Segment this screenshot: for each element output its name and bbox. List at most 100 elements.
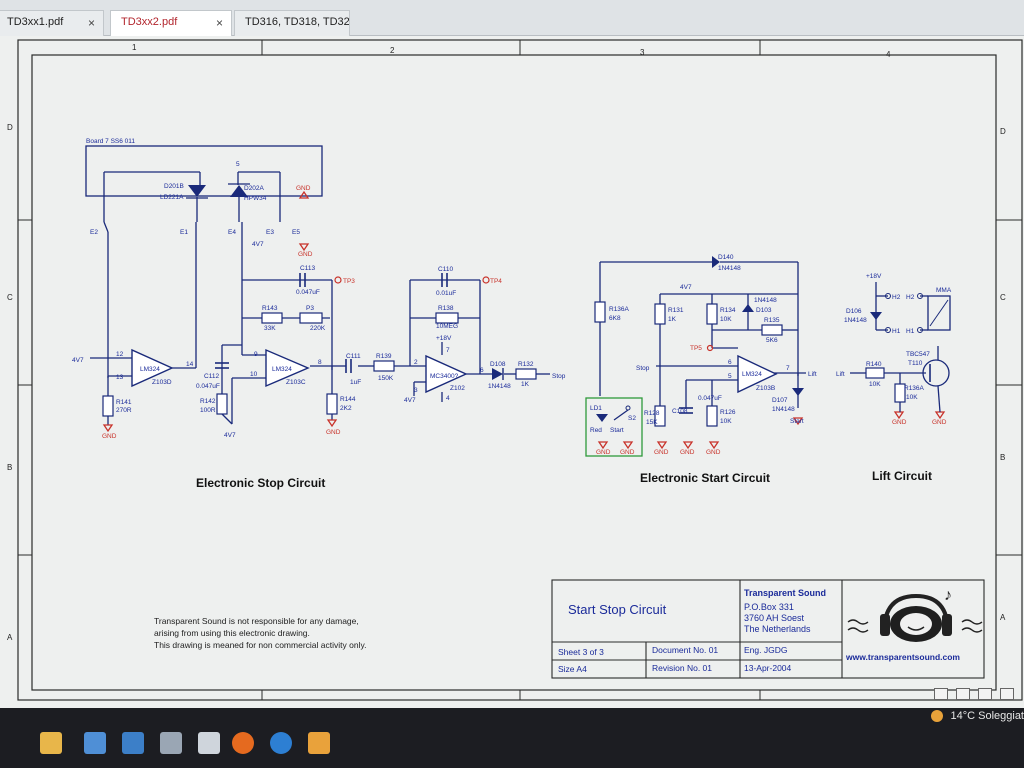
testpoint-tp3 bbox=[334, 276, 342, 284]
close-icon[interactable]: × bbox=[216, 16, 223, 30]
part-label: R140 bbox=[866, 361, 882, 368]
gnd-label: GND bbox=[932, 419, 947, 426]
part-label: H1 bbox=[892, 328, 901, 335]
part-label: 270R bbox=[116, 407, 132, 414]
part-label: 150K bbox=[378, 375, 394, 382]
pin-label: 9 bbox=[254, 351, 258, 358]
diode-d107 bbox=[792, 388, 804, 396]
part-label: 10K bbox=[720, 316, 732, 323]
tab-bar: TD3xx1.pdf × TD3xx2.pdf × TD316, TD318, … bbox=[0, 0, 1024, 36]
pin-label: 3 bbox=[414, 387, 418, 394]
diode-d106 bbox=[870, 312, 882, 320]
gnd-label: GND bbox=[102, 433, 117, 440]
resistor-r144 bbox=[326, 393, 338, 415]
part-label: 4V7 bbox=[404, 397, 416, 404]
part-label: R126 bbox=[720, 409, 736, 416]
part-label: TBC547 bbox=[906, 351, 930, 358]
part-label: 4V7 bbox=[680, 284, 692, 291]
part-label: R139 bbox=[376, 353, 392, 360]
part-label: 4V7 bbox=[224, 432, 236, 439]
resistor-r139 bbox=[373, 360, 395, 372]
engineer: Eng. JGDG bbox=[744, 645, 787, 655]
resistor-r135 bbox=[761, 324, 783, 336]
pin-label: 13 bbox=[116, 374, 124, 381]
part-label: 5K6 bbox=[766, 337, 778, 344]
part-label: 6K8 bbox=[609, 315, 621, 322]
board-label: Board 7 SS6 011 bbox=[86, 138, 135, 145]
diode-d108 bbox=[492, 368, 503, 380]
part-label: Red bbox=[590, 427, 602, 434]
tab-td3xx1[interactable]: TD3xx1.pdf × bbox=[0, 10, 104, 36]
drawing-title: Start Stop Circuit bbox=[568, 602, 667, 617]
sheet-number: Sheet 3 of 3 bbox=[558, 647, 604, 657]
book-view-icon[interactable] bbox=[956, 688, 970, 700]
part-label: R136A bbox=[609, 306, 630, 313]
mail-icon[interactable] bbox=[84, 732, 106, 754]
part-label: E4 bbox=[228, 229, 236, 236]
gnd-label: GND bbox=[620, 449, 635, 456]
firefox-icon[interactable] bbox=[232, 732, 254, 754]
disclaimer-line: This drawing is meaned for non commercia… bbox=[154, 640, 366, 650]
gnd-label: GND bbox=[706, 449, 721, 456]
sun-icon bbox=[931, 710, 944, 723]
part-label: C112 bbox=[204, 373, 219, 380]
document-icon[interactable] bbox=[198, 732, 220, 754]
part-label: Z103D bbox=[152, 379, 172, 386]
gnd-label: GND bbox=[654, 449, 669, 456]
diode-d103 bbox=[742, 304, 754, 312]
zone-label: 4 bbox=[886, 50, 891, 59]
revision: Revision No. 01 bbox=[652, 663, 712, 673]
part-label: C111 bbox=[346, 353, 361, 360]
part-label: Stop bbox=[636, 365, 650, 372]
svg-text:♪: ♪ bbox=[944, 587, 952, 604]
part-label: 0.047uF bbox=[698, 395, 722, 402]
part-label: 0.047uF bbox=[196, 383, 220, 390]
part-label: Start bbox=[790, 418, 804, 425]
part-label: TP5 bbox=[690, 345, 702, 352]
page-view-icon[interactable] bbox=[934, 688, 948, 700]
window-icon[interactable] bbox=[160, 732, 182, 754]
stop-circuit-title: Electronic Stop Circuit bbox=[196, 476, 325, 490]
resistor-r134 bbox=[706, 303, 718, 325]
pin-label: 7 bbox=[446, 347, 450, 354]
part-label: GND bbox=[296, 185, 311, 192]
gnd-label: GND bbox=[326, 429, 341, 436]
part-label: Lift bbox=[836, 371, 845, 378]
resistor-r142 bbox=[216, 393, 228, 415]
close-icon[interactable]: × bbox=[88, 16, 95, 30]
pin-label: 14 bbox=[186, 361, 194, 368]
part-label: HPW34 bbox=[244, 195, 267, 202]
part-label: 100R bbox=[200, 407, 216, 414]
weather-widget[interactable]: 14°C Soleggiat bbox=[931, 710, 1024, 723]
pdf-reader-icon[interactable] bbox=[308, 732, 330, 754]
part-label: C113 bbox=[300, 265, 315, 272]
testpoint-tp4 bbox=[482, 276, 490, 284]
edge-icon[interactable] bbox=[270, 732, 292, 754]
part-label: D140 bbox=[718, 254, 734, 261]
part-label: LM324 bbox=[742, 371, 762, 378]
part-label: 1N4148 bbox=[488, 383, 511, 390]
file-explorer-icon[interactable] bbox=[40, 732, 62, 754]
scroll-view-icon[interactable] bbox=[1000, 688, 1014, 700]
taskbar: 14°C Soleggiat bbox=[0, 708, 1024, 768]
part-label: 0.01uF bbox=[436, 290, 456, 297]
part-label: LM324 bbox=[140, 366, 160, 373]
part-label: E1 bbox=[180, 229, 188, 236]
part-label: +18V bbox=[436, 335, 452, 342]
part-label: Lift bbox=[808, 371, 817, 378]
paper-size: Size A4 bbox=[558, 664, 587, 674]
tab-label: TD316, TD318, TD320, TD... bbox=[245, 16, 350, 28]
potentiometer-p3 bbox=[299, 312, 323, 324]
address-line: P.O.Box 331 bbox=[744, 602, 794, 612]
laptop-icon[interactable] bbox=[122, 732, 144, 754]
part-label: H2 bbox=[892, 294, 901, 301]
part-label: R143 bbox=[262, 305, 278, 312]
led-icon bbox=[596, 414, 608, 422]
part-label: 220K bbox=[310, 325, 326, 332]
gnd-label: GND bbox=[298, 251, 313, 258]
tab-td3xx2[interactable]: TD3xx2.pdf × bbox=[110, 10, 232, 36]
zoom-view-icon[interactable] bbox=[978, 688, 992, 700]
part-label: 4V7 bbox=[72, 357, 84, 364]
part-label: LD221A bbox=[160, 194, 184, 201]
tab-td316[interactable]: TD316, TD318, TD320, TD... bbox=[234, 10, 350, 36]
